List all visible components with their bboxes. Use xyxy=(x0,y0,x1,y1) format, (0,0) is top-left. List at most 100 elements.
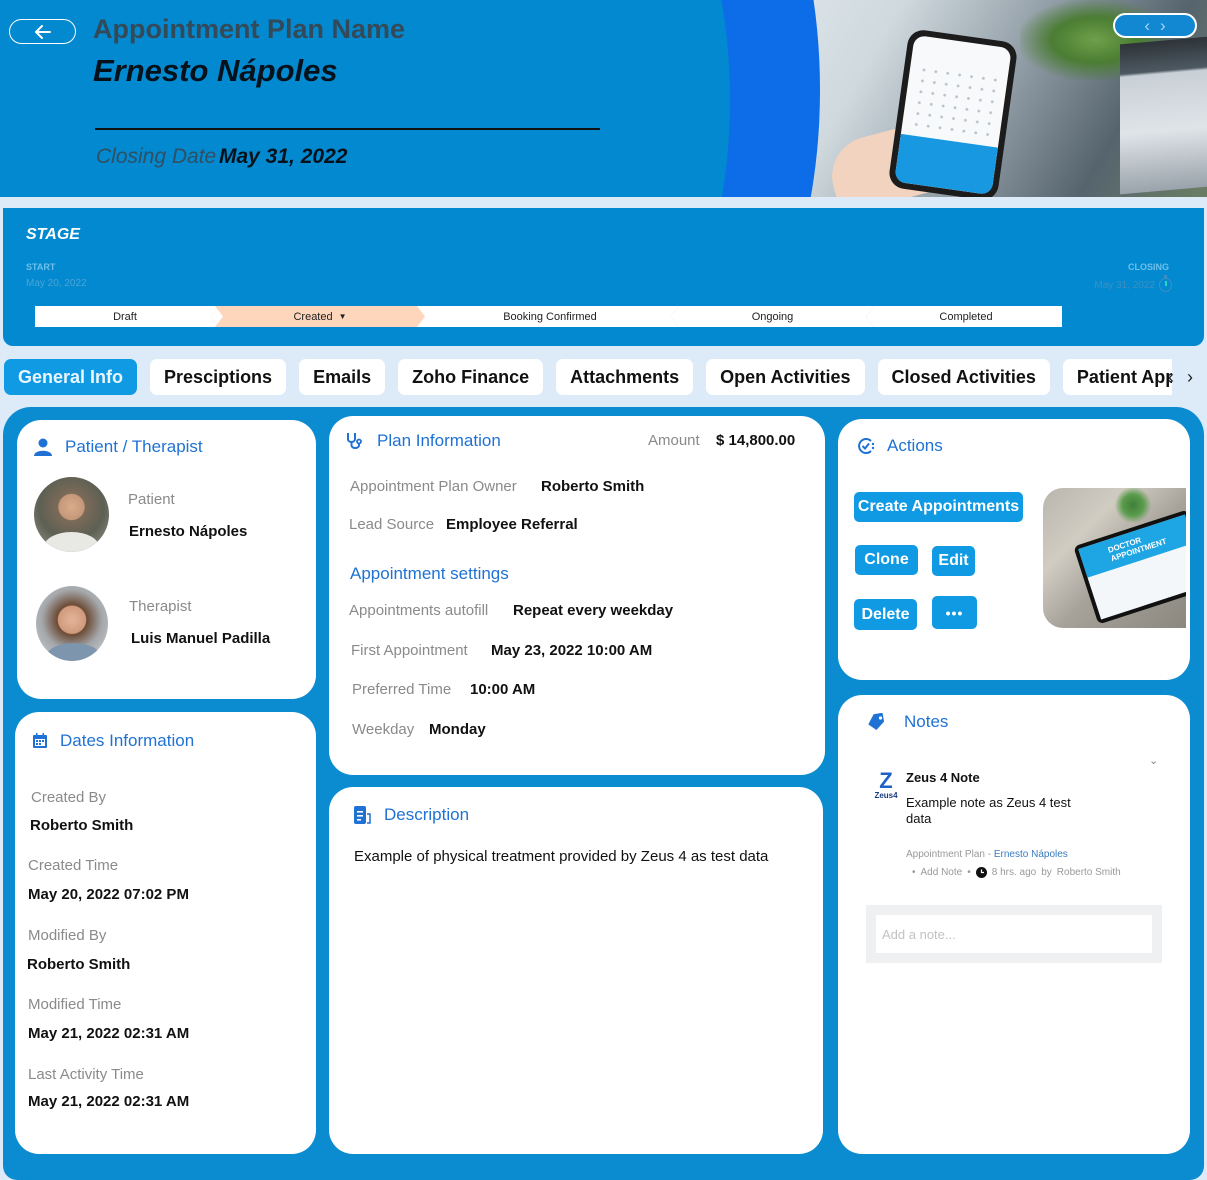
created-time-label: Created Time xyxy=(28,857,119,874)
stage-step-created[interactable]: Created ▼ xyxy=(215,306,425,327)
autofill-label: Appointments autofill xyxy=(349,602,489,619)
image-caption: DOCTOR APPOINTMENT xyxy=(1078,514,1186,578)
create-appointments-button[interactable]: Create Appointments xyxy=(854,492,1023,522)
modified-by-label: Modified By xyxy=(28,927,107,944)
tab-closed-activities[interactable]: Closed Activities xyxy=(877,359,1050,395)
stage-title: STAGE xyxy=(26,226,80,243)
add-note-link[interactable]: Add Note xyxy=(921,867,963,878)
general-info-panel: Patient / Therapist Patient Ernesto Nápo… xyxy=(3,407,1204,1180)
phone-calendar-image xyxy=(887,28,1019,197)
tab-general-info[interactable]: General Info xyxy=(4,359,138,395)
add-note-input[interactable] xyxy=(876,915,1152,953)
patient-therapist-card: Patient / Therapist Patient Ernesto Nápo… xyxy=(17,420,316,699)
notes-card: Notes ⌄ Z Zeus4 Zeus 4 Note Example note… xyxy=(838,695,1190,1154)
tab-bar: General Info Presciptions Emails Zoho Fi… xyxy=(4,359,1172,395)
weekday-value: Monday xyxy=(429,721,486,738)
patient-name[interactable]: Ernesto Nápoles xyxy=(129,523,247,540)
stage-step-ongoing[interactable]: Ongoing xyxy=(675,306,874,327)
card-header: Patient / Therapist xyxy=(33,437,203,457)
stage-closing-date: May 31, 2022 xyxy=(1094,275,1172,292)
modified-by-value: Roberto Smith xyxy=(27,956,131,973)
card-title: Plan Information xyxy=(377,431,501,450)
actions-card: Actions Create Appointments Clone Edit D… xyxy=(838,419,1190,680)
therapist-label: Therapist xyxy=(129,598,192,615)
tab-open-activities[interactable]: Open Activities xyxy=(706,359,865,395)
back-button[interactable] xyxy=(9,19,76,44)
tab-presciptions[interactable]: Presciptions xyxy=(150,359,287,395)
note-record-link[interactable]: Ernesto Nápoles xyxy=(994,849,1068,860)
chevron-down-icon[interactable]: ⌄ xyxy=(1149,754,1158,767)
card-header: Notes xyxy=(866,712,948,732)
edit-button[interactable]: Edit xyxy=(932,546,975,576)
tab-patient-appointments[interactable]: Patient Appointme xyxy=(1062,359,1172,395)
card-title: Description xyxy=(384,805,470,824)
plan-name-label: Appointment Plan Name xyxy=(93,14,406,44)
description-text: Example of physical treatment provided b… xyxy=(354,848,769,865)
therapist-avatar xyxy=(36,586,108,661)
chevron-right-icon[interactable]: › xyxy=(1160,17,1166,34)
preferred-time-label: Preferred Time xyxy=(352,681,452,698)
stage-closing-label: CLOSING xyxy=(1127,262,1169,272)
stage-step-draft[interactable]: Draft xyxy=(35,306,219,327)
bullet: • xyxy=(967,867,971,878)
arrow-left-icon xyxy=(34,24,51,39)
tabs-scroll-right-icon[interactable]: › xyxy=(1187,367,1193,388)
card-header: Description xyxy=(354,805,469,825)
stage-start-label: START xyxy=(26,262,56,272)
task-progress-icon xyxy=(858,438,875,454)
tab-attachments[interactable]: Attachments xyxy=(556,359,694,395)
first-appointment-label: First Appointment xyxy=(351,642,468,659)
appointment-settings-heading: Appointment settings xyxy=(350,564,509,583)
therapist-name[interactable]: Luis Manuel Padilla xyxy=(131,630,270,647)
tab-emails[interactable]: Emails xyxy=(299,359,386,395)
card-title: Notes xyxy=(904,712,949,731)
closing-date-label: Closing Date xyxy=(96,145,217,168)
clone-button[interactable]: Clone xyxy=(855,545,918,575)
header-banner: Appointment Plan Name Ernesto Nápoles Cl… xyxy=(0,0,1207,197)
card-header: Plan Information xyxy=(345,431,501,451)
stage-start-date: May 20, 2022 xyxy=(26,278,87,289)
more-actions-button[interactable]: ••• xyxy=(932,596,977,629)
card-title: Actions xyxy=(887,436,943,455)
weekday-label: Weekday xyxy=(352,721,415,738)
note-context: Appointment Plan - Ernesto Nápoles xyxy=(906,849,1068,860)
owner-value[interactable]: Roberto Smith xyxy=(541,478,644,495)
first-appointment-value: May 23, 2022 10:00 AM xyxy=(491,642,653,659)
document-icon xyxy=(354,805,371,824)
tab-zoho-finance[interactable]: Zoho Finance xyxy=(398,359,544,395)
calendar-icon xyxy=(33,733,47,748)
lead-source-label: Lead Source xyxy=(349,516,435,533)
plan-information-card: Plan Information Amount $ 14,800.00 Appo… xyxy=(329,416,825,775)
stage-step-label: Booking Confirmed xyxy=(503,310,597,323)
note-title: Zeus 4 Note xyxy=(906,770,980,785)
zeus4-logo: Z Zeus4 xyxy=(872,770,900,801)
created-by-value: Roberto Smith xyxy=(30,817,134,834)
add-note-area xyxy=(866,905,1162,963)
note-meta: • Add Note • 8 hrs. ago by Roberto Smith xyxy=(912,867,1121,878)
stopwatch-icon xyxy=(1159,275,1172,292)
closing-date-value: May 31, 2022 xyxy=(219,145,348,168)
created-by-label: Created By xyxy=(31,789,107,806)
chevron-left-icon[interactable]: ‹ xyxy=(1144,17,1150,34)
stage-closing-date-text: May 31, 2022 xyxy=(1094,279,1155,291)
tabs-scroll-left-icon[interactable]: ‹ xyxy=(1168,367,1174,388)
owner-label: Appointment Plan Owner xyxy=(350,478,517,495)
dates-information-card: Dates Information Created By Roberto Smi… xyxy=(15,712,316,1154)
note-by-label: by xyxy=(1041,867,1052,878)
stage-step-booking-confirmed[interactable]: Booking Confirmed xyxy=(425,306,679,327)
stage-step-label: Completed xyxy=(939,310,993,323)
stage-step-label: Created xyxy=(293,310,333,323)
divider xyxy=(95,128,600,130)
laptop-decor xyxy=(1120,35,1207,195)
created-time-value: May 20, 2022 07:02 PM xyxy=(28,886,189,903)
note-author: Roberto Smith xyxy=(1056,867,1121,878)
modified-time-label: Modified Time xyxy=(28,996,122,1013)
record-nav: ‹ › xyxy=(1113,13,1197,38)
stage-panel: STAGE START May 20, 2022 CLOSING May 31,… xyxy=(3,208,1204,346)
autofill-value: Repeat every weekday xyxy=(513,602,674,619)
note-body: Example note as Zeus 4 test data xyxy=(906,795,1071,826)
delete-button[interactable]: Delete xyxy=(854,599,917,630)
stethoscope-icon xyxy=(347,433,362,449)
last-activity-time-label: Last Activity Time xyxy=(28,1066,144,1083)
stage-step-completed[interactable]: Completed xyxy=(870,306,1062,327)
